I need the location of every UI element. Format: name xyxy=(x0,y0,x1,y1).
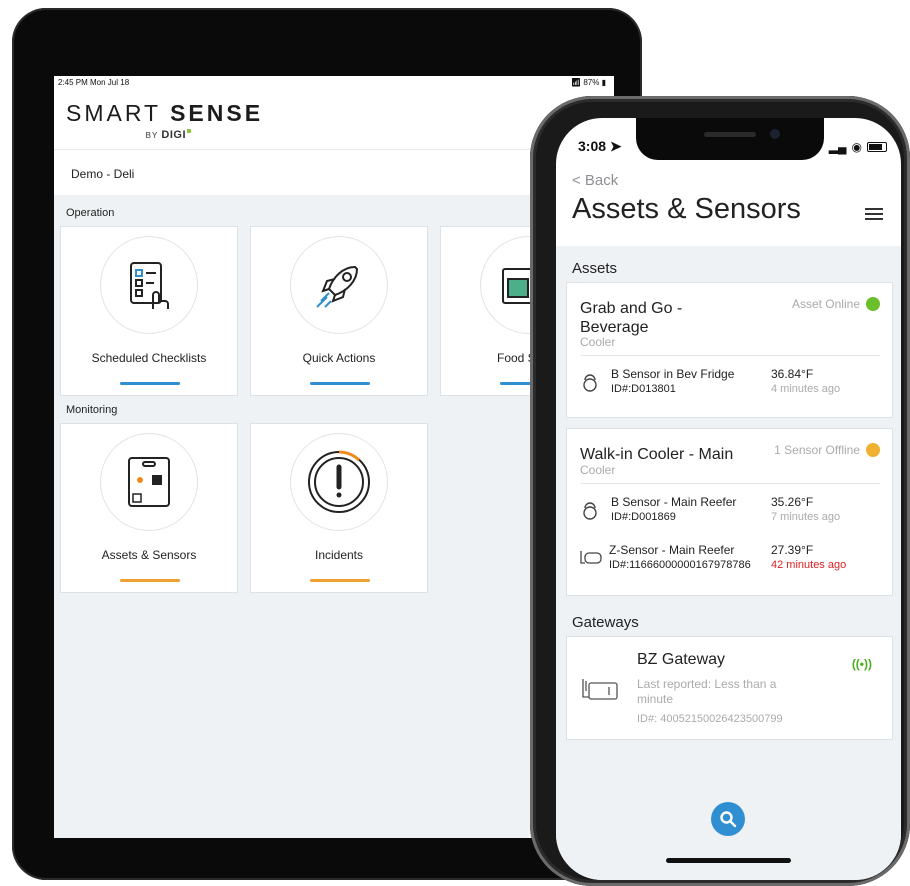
tablet-status-battery: 📶︎ 87% ▮ xyxy=(570,78,606,87)
phone-status-icons: ▂▄ ◉ xyxy=(829,140,887,154)
tile-accent-bar xyxy=(120,382,180,385)
wifi-icon: ◉ xyxy=(851,140,862,154)
tile-accent-bar xyxy=(310,579,370,582)
logo-brand: DIGI xyxy=(161,129,187,141)
asset-status: 1 Sensor Offline xyxy=(774,443,880,457)
tile-accent-bar xyxy=(120,579,180,582)
status-dot-warning xyxy=(866,443,880,457)
sensor-temp: 27.39°F xyxy=(771,543,814,557)
battery-icon xyxy=(867,142,887,152)
operation-section-label: Operation xyxy=(66,207,115,219)
asset-type: Cooler xyxy=(580,335,616,349)
sensor-temp: 36.84°F xyxy=(771,367,814,381)
sensor-temp: 35.26°F xyxy=(771,495,814,509)
logo-word-sense: SENSE xyxy=(170,100,264,126)
sensor-row[interactable]: B Sensor in Bev Fridge ID#:D013801 36.84… xyxy=(581,367,880,401)
menu-icon[interactable] xyxy=(865,208,883,222)
tile-assets-sensors[interactable]: Assets & Sensors xyxy=(60,423,238,593)
sensor-last-seen: 4 minutes ago xyxy=(771,383,841,395)
assets-section-label: Assets xyxy=(572,260,618,277)
tile-label: Incidents xyxy=(314,548,364,562)
sensor-name: B Sensor in Bev Fridge xyxy=(611,367,735,381)
sensor-row[interactable]: B Sensor - Main Reefer ID#:D001869 35.26… xyxy=(581,495,880,529)
gateway-card[interactable]: BZ Gateway Last reported: Less than a mi… xyxy=(566,636,893,740)
gateway-last-reported: Last reported: Less than a minute xyxy=(637,677,777,706)
phone-notch xyxy=(636,118,824,160)
alert-icon xyxy=(290,433,388,531)
phone-screen: 3:08 ➤ ▂▄ ◉ < Back Assets & Sensors Asse… xyxy=(556,118,901,880)
asset-card[interactable]: Walk-in Cooler - Main Cooler 1 Sensor Of… xyxy=(566,428,893,596)
sensor-name: Z-Sensor - Main Reefer xyxy=(609,543,735,557)
status-dot-online xyxy=(866,297,880,311)
tablet-status-time: 2:45 PM Mon Jul 18 xyxy=(58,78,130,87)
asset-status-text: 1 Sensor Offline xyxy=(774,443,860,457)
sensor-last-seen: 7 minutes ago xyxy=(771,511,841,523)
phone-content: Assets Grab and Go - Beverage Cooler Ass… xyxy=(556,246,901,880)
sensor-id: ID#:11666000000167978786 xyxy=(609,559,751,571)
gateway-icon xyxy=(579,675,621,708)
rocket-icon xyxy=(290,236,388,334)
tile-label: Quick Actions xyxy=(302,351,376,365)
b-sensor-icon xyxy=(581,373,599,398)
sensor-last-seen: 42 minutes ago xyxy=(771,559,847,571)
sensor-name: B Sensor - Main Reefer xyxy=(611,495,737,509)
home-indicator[interactable] xyxy=(666,858,791,863)
tablet-status-bar: 2:45 PM Mon Jul 18 📶︎ 87% ▮ xyxy=(58,78,606,90)
monitoring-section-label: Monitoring xyxy=(66,404,118,416)
asset-name: Grab and Go - Beverage xyxy=(580,300,683,336)
asset-type: Cooler xyxy=(580,463,616,477)
gateway-id: ID#: 40052150026423500799 xyxy=(637,713,783,725)
gateways-section-label: Gateways xyxy=(572,614,639,631)
tile-label: Assets & Sensors xyxy=(101,548,197,562)
page-title: Assets & Sensors xyxy=(572,193,801,225)
tile-label: Scheduled Checklists xyxy=(91,351,207,365)
location-label: Demo - Deli xyxy=(71,167,135,181)
asset-name: Walk-in Cooler - Main xyxy=(580,446,734,463)
asset-card[interactable]: Grab and Go - Beverage Cooler Asset Onli… xyxy=(566,282,893,418)
phone-device: 3:08 ➤ ▂▄ ◉ < Back Assets & Sensors Asse… xyxy=(530,96,910,886)
signal-icon: ▂▄ xyxy=(828,140,847,154)
tile-quick-actions[interactable]: Quick Actions xyxy=(250,226,428,396)
sensor-id: ID#:D013801 xyxy=(611,383,676,395)
asset-status-text: Asset Online xyxy=(791,297,860,311)
tile-accent-bar xyxy=(310,382,370,385)
signal-broadcast-icon: ((•)) xyxy=(851,657,872,671)
tile-scheduled-checklists[interactable]: Scheduled Checklists xyxy=(60,226,238,396)
smartsense-logo: SMART SENSE BY DIGI xyxy=(66,100,263,141)
back-button[interactable]: < Back xyxy=(572,172,618,189)
sensor-row[interactable]: Z-Sensor - Main Reefer ID#:1166600000016… xyxy=(579,543,880,577)
sensor-device-icon xyxy=(100,433,198,531)
b-sensor-icon xyxy=(581,501,599,526)
phone-status-time: 3:08 ➤ xyxy=(578,138,622,154)
checklist-icon xyxy=(100,236,198,334)
z-sensor-icon xyxy=(579,549,603,572)
logo-by: BY xyxy=(145,131,159,140)
search-button[interactable] xyxy=(711,802,745,836)
tile-incidents[interactable]: Incidents xyxy=(250,423,428,593)
sensor-id: ID#:D001869 xyxy=(611,511,676,523)
asset-status: Asset Online xyxy=(792,297,880,311)
gateway-name: BZ Gateway xyxy=(637,651,726,668)
logo-word-smart: SMART xyxy=(66,100,161,126)
search-icon xyxy=(720,811,737,828)
